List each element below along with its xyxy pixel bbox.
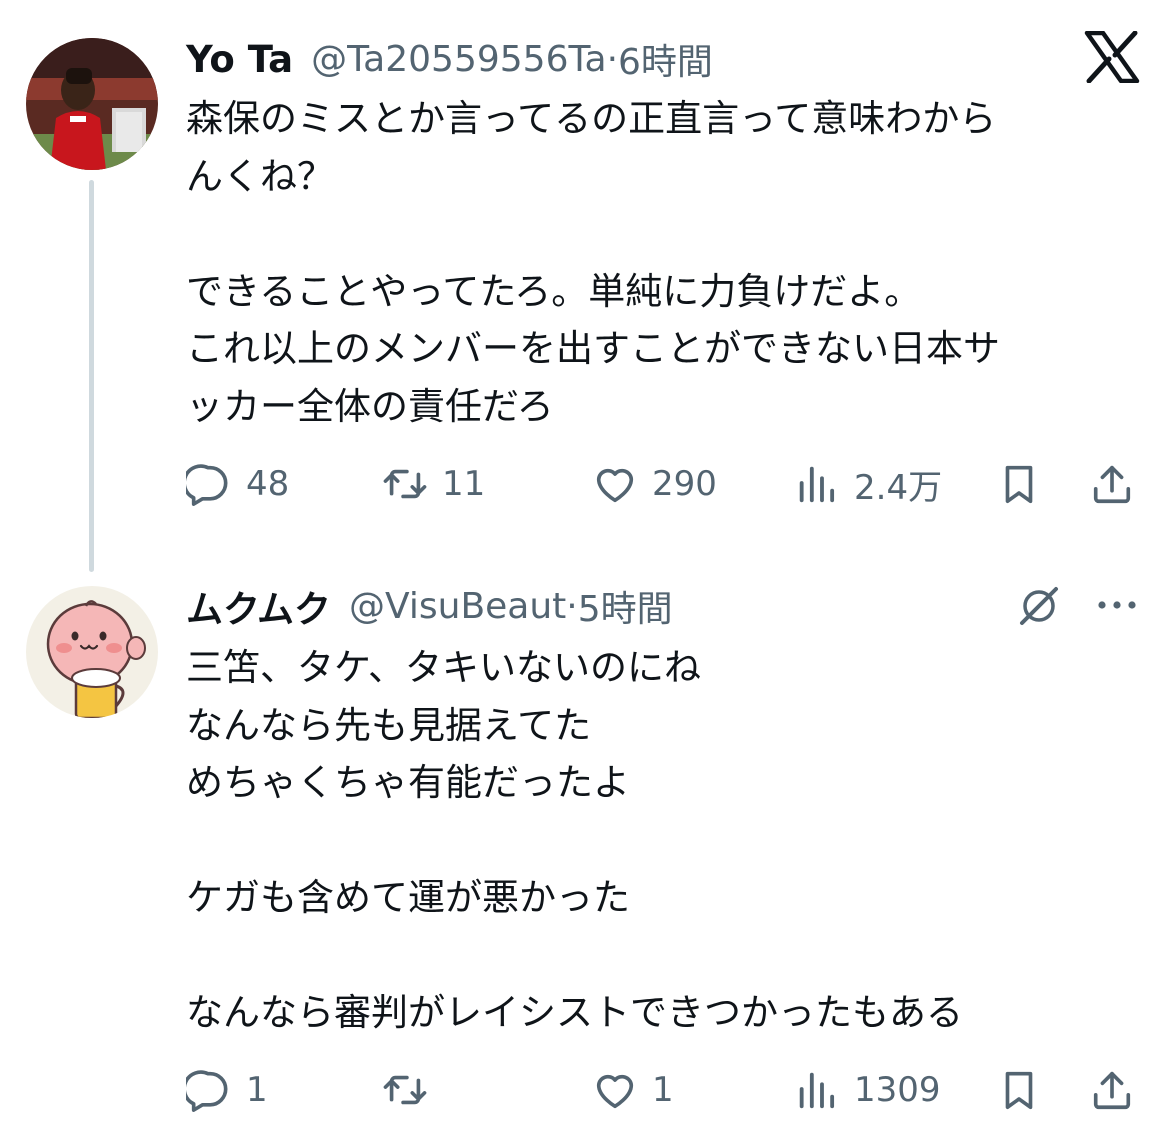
display-name[interactable]: Yo Ta (186, 38, 293, 81)
thread-line (89, 180, 94, 572)
x-logo-icon (1084, 30, 1140, 84)
avatar[interactable] (26, 586, 158, 718)
text-line: できることやってたろ。単純に力負けだよ。 (186, 269, 922, 313)
reply-button[interactable]: 48 (186, 459, 289, 509)
reply-button[interactable]: 1 (186, 1065, 268, 1115)
share-icon (1093, 1071, 1131, 1110)
text-line: んくね？ (186, 154, 334, 198)
views-button[interactable]: 1309 (794, 1065, 941, 1115)
reply-icon (186, 1070, 228, 1112)
views-icon (799, 1072, 835, 1109)
tweet-text: 森保のミスとか言ってるの正直言って意味わから んくね？ できることやってたろ。単… (186, 90, 1000, 435)
retweet-button[interactable] (382, 1065, 428, 1115)
retweet-button[interactable]: 11 (382, 459, 485, 509)
profile-photo-icon (26, 38, 158, 170)
cartoon-avatar-icon (26, 586, 158, 718)
text-line: ケガも含めて運が悪かった (186, 876, 630, 919)
user-handle[interactable]: @VisuBeaut (349, 586, 566, 627)
text-line: 森保のミスとか言ってるの正直言って意味わから (186, 97, 997, 140)
bookmark-button[interactable] (996, 1065, 1042, 1115)
views-icon (799, 466, 835, 503)
bookmark-button[interactable] (996, 459, 1042, 509)
timestamp[interactable]: 6時間 (618, 33, 713, 85)
share-button[interactable] (1089, 1065, 1135, 1115)
retweet-icon (383, 469, 427, 499)
view-count: 2.4万 (854, 467, 943, 508)
separator-dot: · (566, 585, 578, 627)
like-count: 290 (652, 464, 717, 504)
reply-count: 48 (246, 464, 290, 504)
views-button[interactable]: 2.4万 (794, 459, 942, 509)
text-line: 三笘、タケ、タキいないのにね (186, 646, 702, 689)
more-icon[interactable] (1096, 588, 1138, 622)
timestamp[interactable]: 5時間 (578, 580, 673, 632)
text-line: ッカー全体の責任だろ (186, 384, 554, 428)
avatar[interactable] (26, 38, 158, 170)
reply-icon (186, 464, 228, 506)
grok-icon[interactable] (1016, 583, 1062, 629)
like-button[interactable]: 1 (592, 1065, 674, 1115)
like-icon (596, 1074, 634, 1109)
action-bar: 1 1 1309 (186, 1065, 1146, 1115)
text-line: なんなら先も見据えてた (186, 703, 592, 747)
like-count: 1 (652, 1070, 674, 1110)
text-line: めちゃくちゃ有能だったよ (186, 761, 630, 804)
share-button[interactable] (1089, 459, 1135, 509)
retweet-icon (383, 1075, 427, 1105)
share-icon (1093, 465, 1131, 504)
like-icon (596, 468, 634, 503)
like-button[interactable]: 290 (592, 459, 717, 509)
bookmark-icon (1005, 1071, 1033, 1110)
separator-dot: · (606, 38, 619, 80)
view-count: 1309 (854, 1070, 941, 1110)
tweet-text: 三笘、タケ、タキいないのにね なんなら先も見据えてた めちゃくちゃ有能だったよ … (186, 639, 963, 1042)
retweet-count: 11 (442, 464, 486, 504)
user-handle[interactable]: @Ta20559556Ta (311, 39, 606, 80)
reply-count: 1 (246, 1070, 268, 1110)
text-line: これ以上のメンバーを出すことができない日本サ (186, 327, 1000, 370)
action-bar: 48 11 290 2.4万 (186, 459, 1146, 509)
tweet-header: ムクムク @VisuBeaut · 5時間 (186, 579, 673, 633)
tweet-header: Yo Ta @Ta20559556Ta · 6時間 (186, 34, 713, 84)
display-name[interactable]: ムクムク (186, 579, 331, 633)
bookmark-icon (1005, 465, 1033, 504)
text-line: なんなら審判がレイシストできつかったもある (186, 991, 963, 1034)
